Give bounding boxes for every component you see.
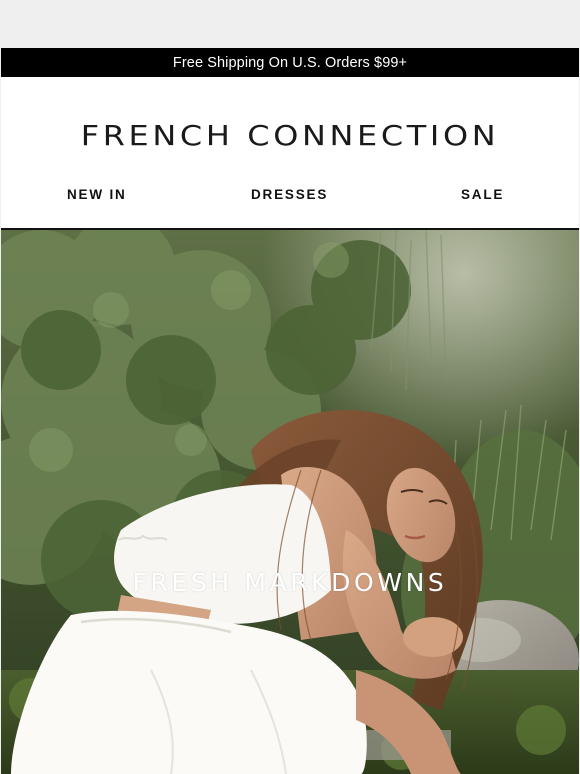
brand-logo[interactable]: FRENCH CONNECTION [1, 119, 579, 152]
main-nav: NEW IN DRESSES SALE [1, 187, 579, 207]
promo-text[interactable]: Free Shipping On U.S. Orders $99+ [173, 55, 407, 71]
hero-headline[interactable]: FRESH MARKDOWNS [1, 568, 579, 597]
hero-banner[interactable]: FRESH MARKDOWNS [1, 230, 579, 774]
nav-new-in[interactable]: NEW IN [67, 187, 127, 202]
promo-banner[interactable]: Free Shipping On U.S. Orders $99+ [1, 48, 579, 77]
nav-sale[interactable]: SALE [461, 187, 504, 202]
page: Free Shipping On U.S. Orders $99+ FRENCH… [0, 0, 580, 774]
email-body: Free Shipping On U.S. Orders $99+ FRENCH… [1, 48, 579, 774]
nav-dresses[interactable]: DRESSES [251, 187, 328, 202]
hero-photo [1, 230, 579, 774]
email-header: FRENCH CONNECTION NEW IN DRESSES SALE [1, 77, 579, 230]
top-spacer [0, 0, 580, 48]
